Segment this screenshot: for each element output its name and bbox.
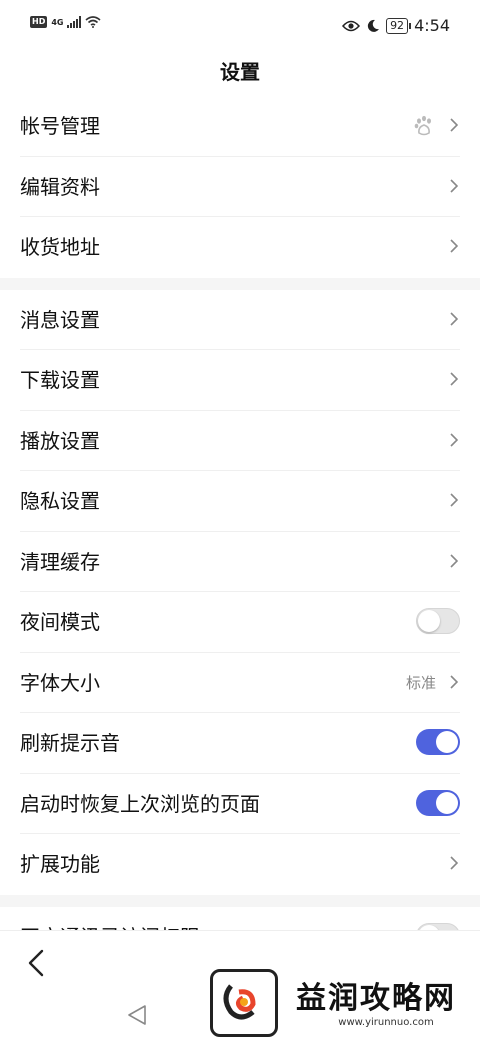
status-bar: HD 4G 92 4:54 (0, 0, 480, 52)
settings-item-label: 编辑资料 (20, 174, 100, 199)
settings-item-restore-last-page: 启动时恢复上次浏览的页面 (20, 774, 460, 834)
toggle-knob (436, 791, 458, 814)
settings-item-account[interactable]: 帐号管理 (20, 96, 460, 157)
settings-item-night-mode: 夜间模式 (20, 592, 460, 653)
chevron-right-icon (450, 178, 458, 193)
restore-last-page-toggle[interactable] (416, 789, 460, 816)
watermark-url: www.yirunnuo.com (338, 1017, 434, 1028)
settings-item-privacy[interactable]: 隐私设置 (20, 471, 460, 532)
chevron-right-icon (450, 311, 458, 326)
night-mode-toggle[interactable] (416, 608, 460, 634)
settings-item-refresh-sound: 刷新提示音 (20, 713, 460, 774)
wifi-icon (85, 16, 102, 28)
settings-item-clear-cache[interactable]: 清理缓存 (20, 532, 460, 592)
settings-list: 帐号管理 编辑资料 收货地址 消息设置 下载设置 播放设置 隐私设置 清理缓存 … (0, 96, 480, 967)
refresh-sound-toggle[interactable] (416, 729, 460, 755)
settings-item-font-size[interactable]: 字体大小 标准 (20, 653, 460, 713)
chevron-right-icon (450, 432, 458, 447)
back-arrow-icon[interactable] (26, 949, 48, 977)
network-type: 4G (51, 17, 64, 27)
settings-item-label: 夜间模式 (20, 610, 100, 634)
clock: 4:54 (414, 16, 450, 35)
font-size-value: 标准 (405, 673, 436, 692)
settings-group-general: 消息设置 下载设置 播放设置 隐私设置 清理缓存 夜间模式 字体大小 标准 刷新… (0, 290, 480, 895)
settings-item-label: 消息设置 (20, 307, 100, 332)
settings-item-playback[interactable]: 播放设置 (20, 411, 460, 471)
chevron-right-icon (450, 493, 458, 507)
settings-item-download[interactable]: 下载设置 (20, 350, 460, 411)
toggle-knob (418, 610, 440, 632)
settings-item-address[interactable]: 收货地址 (20, 217, 460, 278)
battery-indicator: 92 (386, 17, 412, 34)
settings-item-edit-profile[interactable]: 编辑资料 (20, 157, 460, 217)
chevron-right-icon (450, 856, 458, 870)
signal-icon (67, 16, 82, 28)
moon-icon (367, 19, 380, 32)
settings-item-label: 扩展功能 (20, 852, 100, 876)
settings-group-account: 帐号管理 编辑资料 收货地址 (0, 96, 480, 278)
chevron-right-icon (450, 239, 458, 253)
settings-item-label: 收货地址 (20, 235, 100, 259)
page-title: 设置 (220, 60, 260, 84)
settings-item-label: 清理缓存 (20, 549, 100, 574)
settings-item-label: 启动时恢复上次浏览的页面 (20, 791, 260, 816)
eye-icon (342, 20, 361, 31)
chevron-right-icon (450, 118, 458, 132)
group-divider (0, 894, 480, 907)
settings-item-label: 隐私设置 (20, 489, 100, 513)
chevron-right-icon (450, 553, 458, 568)
system-back-icon[interactable] (125, 1003, 149, 1027)
chevron-right-icon (450, 372, 458, 386)
hd-icon: HD (30, 16, 48, 28)
status-left: HD 4G (30, 16, 102, 28)
status-right: 92 4:54 (342, 16, 450, 35)
watermark: 益润攻略网 www.yirunnuo.com (210, 969, 480, 1041)
settings-item-label: 帐号管理 (20, 114, 100, 138)
toggle-knob (436, 731, 458, 753)
paw-icon (414, 115, 431, 136)
watermark-name: 益润攻略网 (296, 981, 456, 1016)
settings-item-label: 字体大小 (20, 670, 100, 695)
settings-item-messages[interactable]: 消息设置 (20, 290, 460, 350)
group-divider (0, 277, 480, 290)
settings-item-label: 下载设置 (20, 368, 100, 392)
settings-item-extensions[interactable]: 扩展功能 (20, 834, 460, 895)
settings-item-label: 播放设置 (20, 428, 100, 453)
bottom-bar: 益润攻略网 www.yirunnuo.com (0, 930, 480, 1041)
settings-item-label: 刷新提示音 (20, 731, 120, 755)
chevron-right-icon (450, 674, 458, 689)
watermark-logo (210, 969, 278, 1037)
